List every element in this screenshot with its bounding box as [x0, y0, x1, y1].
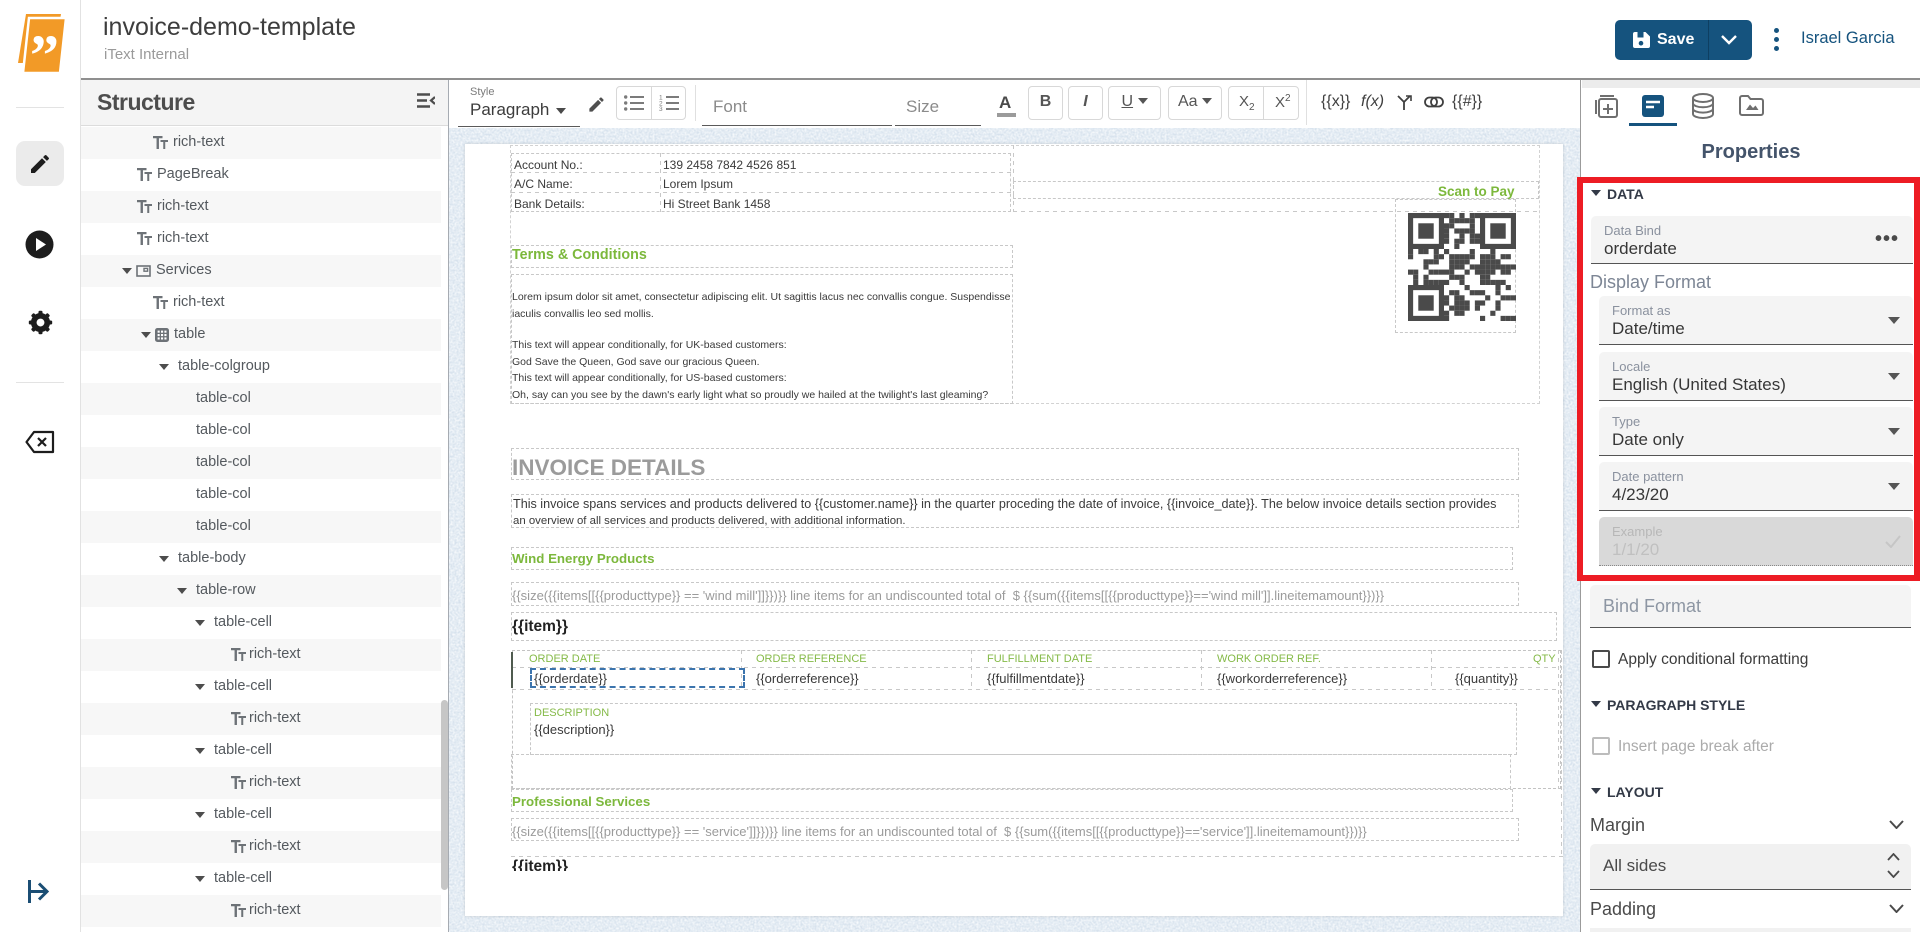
svg-text:3: 3 [659, 106, 663, 111]
svg-text:”: ” [30, 23, 59, 75]
